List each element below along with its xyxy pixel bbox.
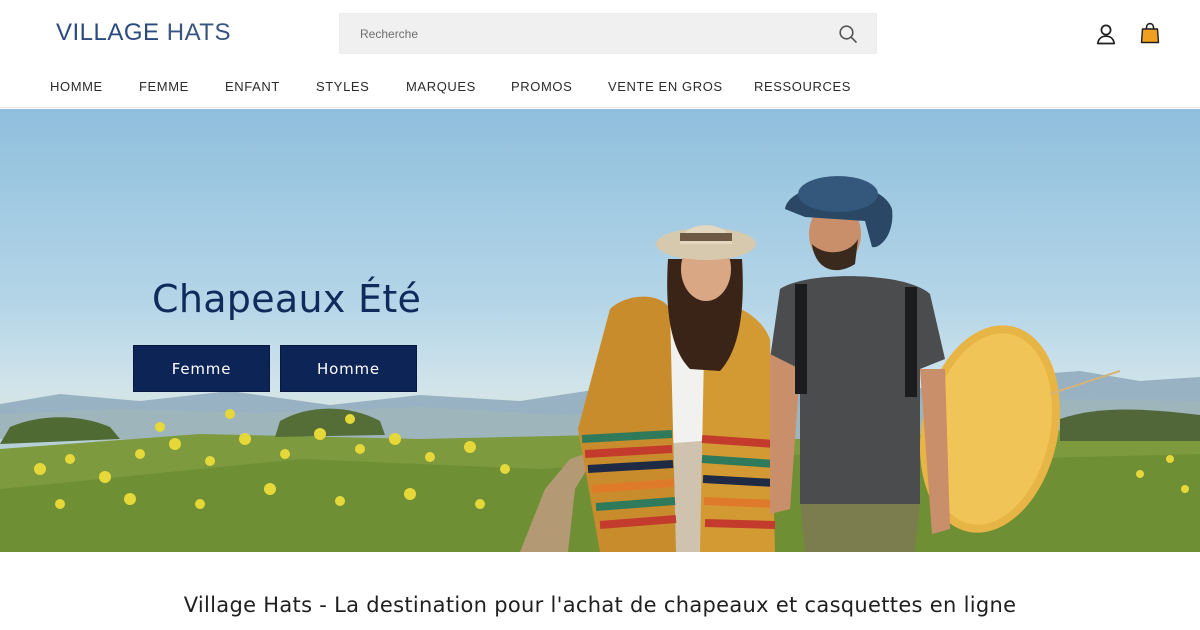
- hero-image: [0, 176, 1200, 552]
- nav-item-vente-en-gros[interactable]: VENTE EN GROS: [608, 79, 723, 94]
- nav-item-homme[interactable]: HOMME: [50, 79, 103, 94]
- page-tagline: Village Hats - La destination pour l'ach…: [183, 593, 1017, 617]
- site-logo[interactable]: VILLAGE HATS: [56, 19, 231, 47]
- nav-item-enfant[interactable]: ENFANT: [225, 79, 280, 94]
- hero-banner[interactable]: Chapeaux Été Femme Homme: [0, 109, 1200, 552]
- nav-item-marques[interactable]: MARQUES: [406, 79, 476, 94]
- hero-title: Chapeaux Été: [152, 277, 422, 321]
- site-header: VILLAGE HATS HOMME FEMME ENFANT STYLES M…: [0, 0, 1200, 108]
- account-icon[interactable]: [1095, 23, 1117, 45]
- logo-text-light: HATS: [166, 19, 231, 46]
- hero-homme-button[interactable]: Homme: [280, 345, 417, 392]
- nav-item-styles[interactable]: STYLES: [316, 79, 369, 94]
- nav-item-promos[interactable]: PROMOS: [511, 79, 572, 94]
- shopping-bag-icon[interactable]: [1140, 22, 1160, 44]
- nav-item-ressources[interactable]: RESSOURCES: [754, 79, 851, 94]
- main-navigation: HOMME FEMME ENFANT STYLES MARQUES PROMOS…: [0, 70, 1200, 104]
- search-icon[interactable]: [838, 24, 858, 44]
- logo-text-bold: VILLAGE: [56, 19, 160, 46]
- search-input[interactable]: [340, 14, 820, 53]
- search-bar: [339, 13, 877, 54]
- hero-femme-button[interactable]: Femme: [133, 345, 270, 392]
- nav-item-femme[interactable]: FEMME: [139, 79, 189, 94]
